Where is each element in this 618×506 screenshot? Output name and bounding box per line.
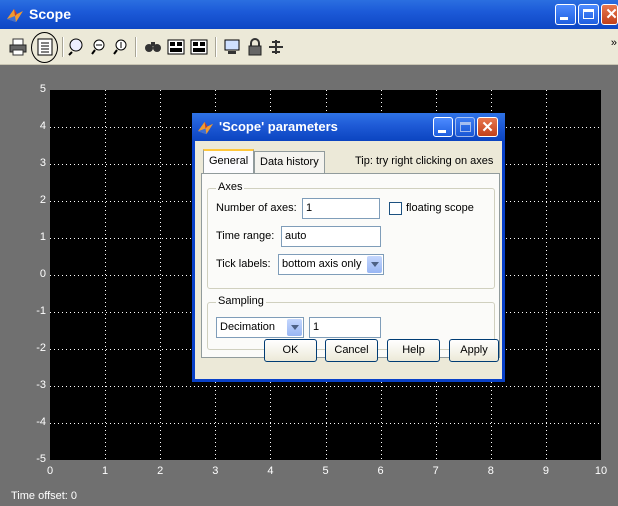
tip-text: Tip: try right clicking on axes [355, 155, 494, 167]
cancel-button[interactable]: Cancel [325, 339, 378, 362]
dialog-titlebar[interactable]: 'Scope' parameters ✕ [192, 113, 505, 141]
time-range-label: Time range: [216, 230, 275, 242]
zoom-y-icon[interactable] [111, 37, 131, 57]
axes-group-label: Axes [216, 181, 245, 193]
matlab-logo-icon [6, 6, 24, 24]
scope-parameters-dialog: 'Scope' parameters ✕ General Data histor… [192, 113, 505, 382]
x-tick-label: 7 [432, 465, 439, 477]
minimize-icon [560, 17, 568, 20]
floating-scope-checkbox[interactable] [389, 202, 402, 215]
y-tick-label: 1 [39, 231, 46, 243]
matlab-logo-icon [197, 119, 214, 136]
tab-data-history[interactable]: Data history [254, 151, 325, 173]
floating-scope-label: floating scope [406, 202, 474, 214]
minimize-button[interactable] [555, 4, 576, 25]
apply-button[interactable]: Apply [449, 339, 499, 362]
y-tick-label: -1 [36, 305, 46, 317]
window-titlebar[interactable]: Scope ✕ [0, 0, 618, 29]
maximize-button[interactable] [578, 4, 599, 25]
y-tick-label: -4 [36, 416, 46, 428]
x-tick-label: 1 [102, 465, 109, 477]
number-of-axes-input[interactable]: 1 [302, 198, 380, 219]
chevron-down-icon[interactable] [367, 256, 382, 273]
time-range-input[interactable]: auto [281, 226, 381, 247]
toolbar-separator [62, 37, 64, 57]
autoscale-icon[interactable] [143, 37, 163, 57]
time-offset-readout: Time offset: 0 [11, 490, 77, 502]
x-tick-label: 6 [377, 465, 384, 477]
minimize-icon [438, 130, 446, 133]
toolbar-separator [135, 37, 137, 57]
maximize-icon [460, 122, 471, 132]
close-icon: ✕ [605, 6, 618, 23]
close-button[interactable]: ✕ [601, 4, 618, 25]
close-icon: ✕ [481, 119, 494, 136]
y-tick-label: 5 [39, 83, 46, 95]
float-icon[interactable] [222, 37, 242, 57]
y-tick-label: 0 [39, 268, 46, 280]
axes-group: Axes Number of axes: 1 floating scope Ti… [207, 181, 495, 289]
ok-button[interactable]: OK [264, 339, 317, 362]
y-tick-label: -2 [36, 342, 46, 354]
x-tick-label: 3 [212, 465, 219, 477]
tick-labels-label: Tick labels: [216, 258, 271, 270]
toolbar-separator [215, 37, 217, 57]
zoom-x-icon[interactable] [89, 37, 109, 57]
x-tick-label: 4 [267, 465, 274, 477]
restore-axes-icon[interactable] [189, 37, 209, 57]
dialog-minimize-button[interactable] [433, 117, 453, 137]
tick-labels-value: bottom axis only [282, 258, 362, 270]
sampling-mode-value: Decimation [220, 321, 276, 333]
toolbar: » [0, 29, 618, 65]
parameters-icon[interactable] [35, 37, 55, 57]
dialog-close-button[interactable]: ✕ [477, 117, 498, 137]
save-axes-icon[interactable] [166, 37, 186, 57]
dialog-title: 'Scope' parameters [219, 119, 338, 134]
decimation-factor-input[interactable]: 1 [309, 317, 381, 338]
y-tick-label: 4 [39, 120, 46, 132]
chevron-down-icon[interactable] [287, 319, 302, 336]
tick-labels-select[interactable]: bottom axis only [278, 254, 384, 275]
signal-selection-icon[interactable] [266, 37, 286, 57]
x-tick-label: 9 [542, 465, 549, 477]
printer-icon[interactable] [8, 37, 28, 57]
y-tick-label: -5 [36, 453, 46, 465]
dialog-maximize-button [455, 117, 475, 137]
tab-general[interactable]: General [203, 149, 255, 174]
lock-icon[interactable] [245, 37, 265, 57]
x-tick-label: 10 [594, 465, 608, 477]
time-offset-value: 0 [70, 490, 78, 502]
dialog-body: General Data history Tip: try right clic… [195, 141, 502, 379]
time-offset-label: Time offset: [11, 490, 68, 502]
x-tick-label: 8 [487, 465, 494, 477]
window-title: Scope [29, 6, 72, 22]
y-tick-label: 2 [39, 194, 46, 206]
x-tick-label: 2 [157, 465, 164, 477]
help-button[interactable]: Help [387, 339, 440, 362]
maximize-icon [583, 9, 594, 19]
x-tick-label: 5 [322, 465, 329, 477]
general-tab-panel: Axes Number of axes: 1 floating scope Ti… [201, 173, 500, 358]
sampling-mode-select[interactable]: Decimation [216, 317, 304, 338]
y-tick-label: -3 [36, 379, 46, 391]
y-tick-label: 3 [39, 157, 46, 169]
zoom-icon[interactable] [67, 37, 87, 57]
toolbar-overflow-icon[interactable]: » [611, 37, 617, 49]
x-tick-label: 0 [46, 465, 54, 477]
sampling-group-label: Sampling [216, 295, 266, 307]
number-of-axes-label: Number of axes: [216, 202, 297, 214]
